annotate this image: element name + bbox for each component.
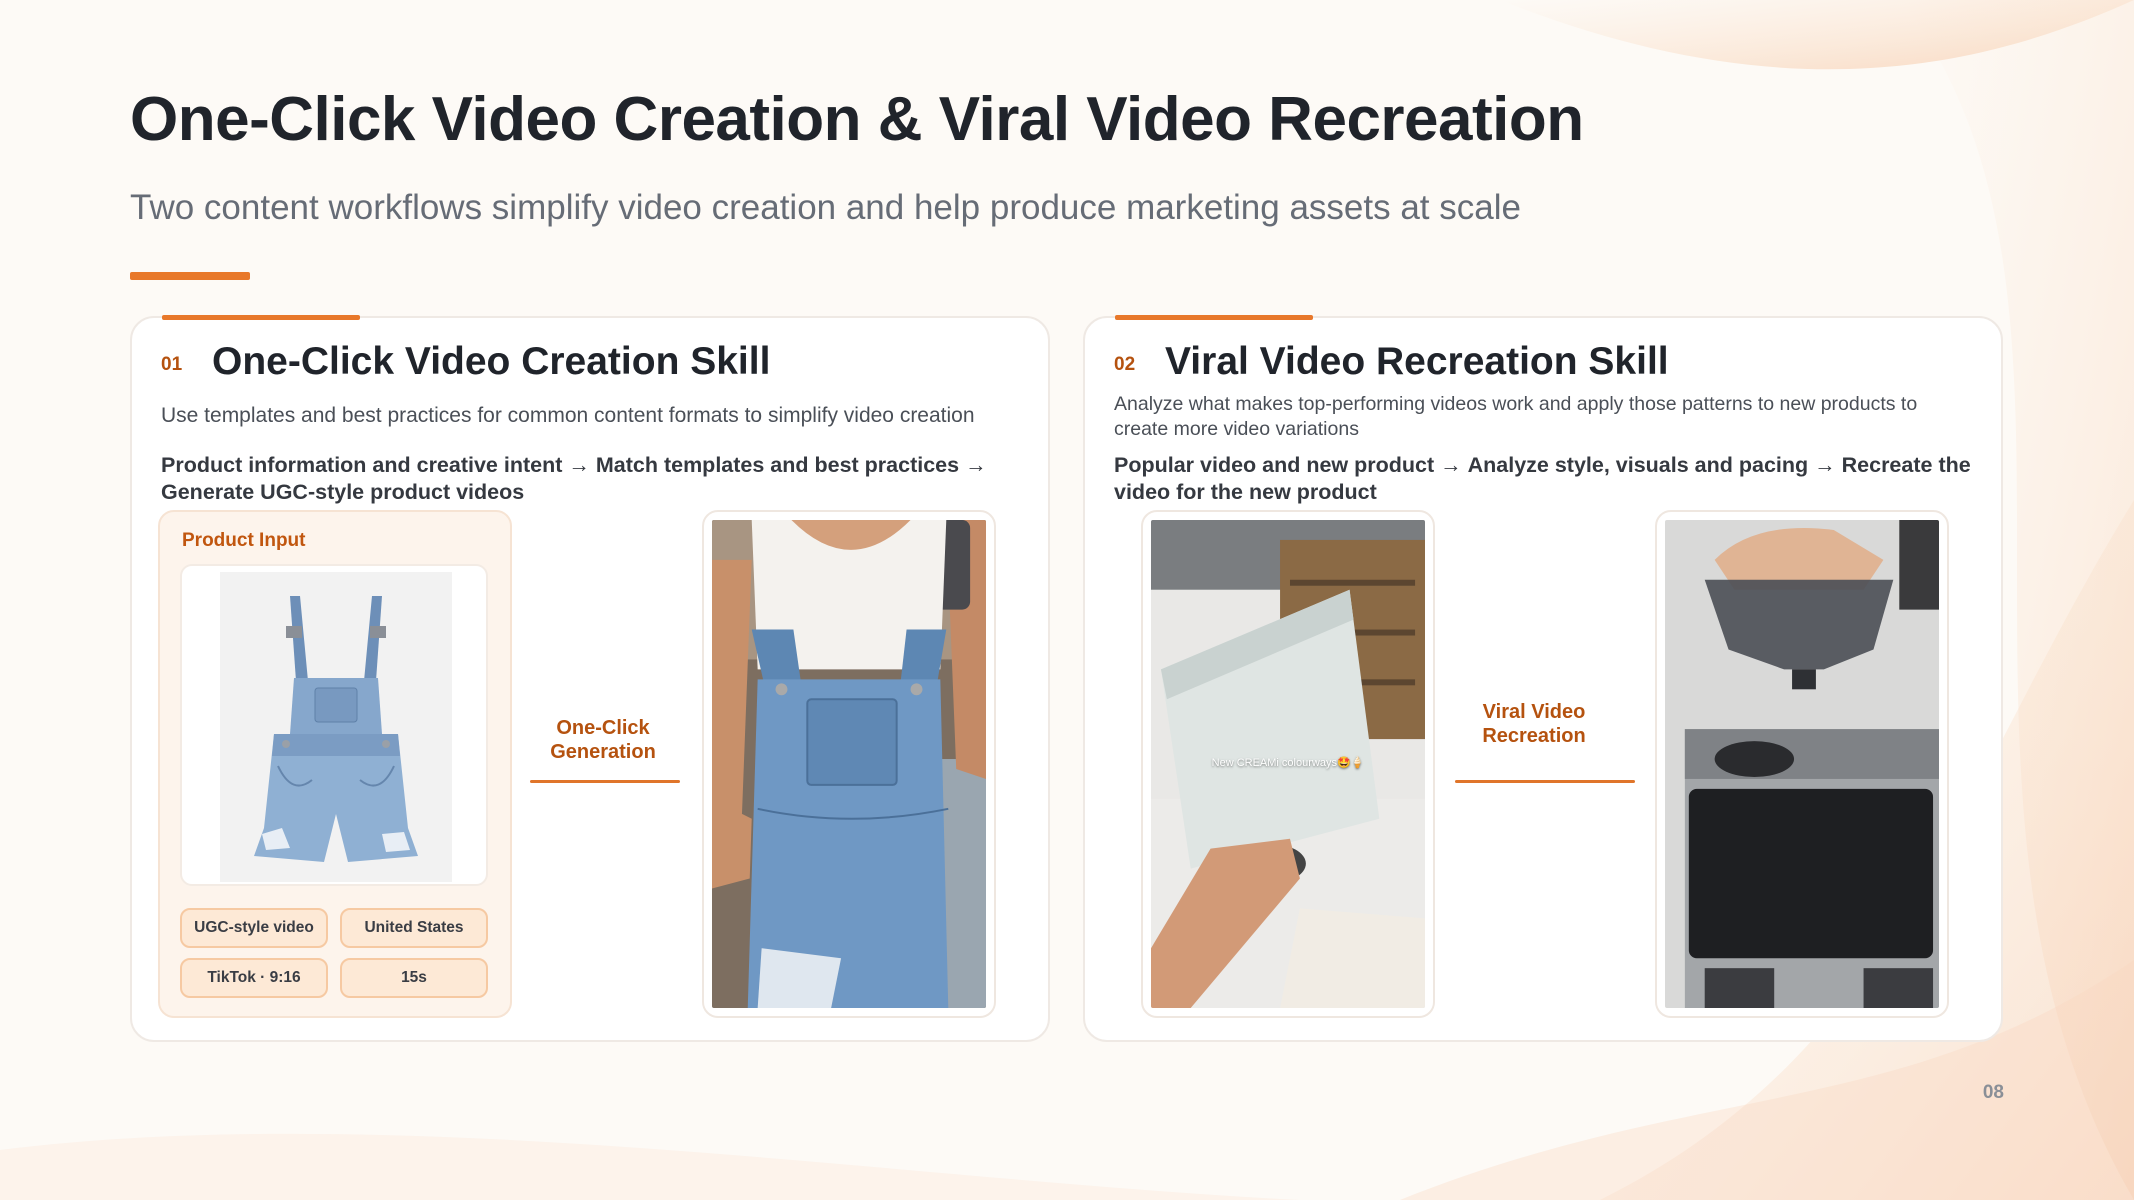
workflow-steps: Popular video and new product → Analyze …: [1114, 452, 1974, 506]
product-input-panel: Product Input UGC-style video United Sta…: [158, 510, 512, 1018]
flow-step: Match templates and best practices: [595, 453, 960, 477]
connector-line-2: Generation: [550, 741, 656, 763]
one-click-video-card: 01 One-Click Video Creation Skill Use te…: [130, 315, 1050, 1042]
flow-step: Analyze style, visuals and pacing: [1467, 453, 1809, 477]
card-description: Use templates and best practices for com…: [161, 404, 975, 427]
source-video: New CREAMi colourways🤩🍦: [1151, 520, 1425, 1008]
woman-in-overalls-image: [712, 520, 986, 1008]
chip-region[interactable]: United States: [340, 908, 488, 948]
product-input-label: Product Input: [182, 530, 306, 551]
flow-step: Product information and creative intent: [161, 453, 563, 477]
card-accent-rule: [1115, 315, 1313, 320]
slide-title: One-Click Video Creation & Viral Video R…: [130, 85, 1584, 154]
arrow-icon: →: [568, 453, 596, 477]
one-click-generation-label: One-Click Generation: [532, 716, 674, 764]
video-caption: New CREAMi colourways🤩🍦: [1211, 757, 1365, 769]
connector-line-2: Recreation: [1482, 725, 1586, 747]
title-accent-rule: [130, 272, 250, 280]
card-description: Analyze what makes top-performing videos…: [1114, 393, 1918, 441]
chip-platform[interactable]: TikTok · 9:16: [180, 958, 328, 998]
connector-line-1: Viral Video: [1482, 701, 1586, 723]
chip-video-style[interactable]: UGC-style video: [180, 908, 328, 948]
slide-subtitle: Two content workflows simplify video cre…: [130, 188, 1521, 227]
viral-video-recreation-label: Viral Video Recreation: [1463, 700, 1605, 748]
recreated-video-frame[interactable]: [1655, 510, 1949, 1018]
connector-arrow-line: [1455, 780, 1635, 783]
card-number: 01: [161, 354, 183, 375]
hand-lifting-grinder-image: [1665, 520, 1939, 1008]
card-heading: One-Click Video Creation Skill: [212, 340, 771, 383]
product-image[interactable]: [180, 564, 488, 886]
chip-duration[interactable]: 15s: [340, 958, 488, 998]
recreated-video: [1665, 520, 1939, 1008]
generated-video: [712, 520, 986, 1008]
flow-step: Generate UGC-style product videos: [161, 479, 525, 504]
viral-video-card: 02 Viral Video Recreation Skill Analyze …: [1083, 315, 2003, 1042]
workflow-steps: Product information and creative intent …: [161, 452, 1021, 506]
flow-step: Popular video and new product: [1114, 453, 1435, 477]
denim-overalls-image: [220, 572, 452, 882]
arrow-icon: →: [965, 453, 987, 477]
generated-video-frame[interactable]: [702, 510, 996, 1018]
arrow-icon: →: [1814, 453, 1842, 477]
card-heading: Viral Video Recreation Skill: [1165, 340, 1669, 383]
card-number: 02: [1114, 354, 1136, 375]
page-number: 08: [1982, 1082, 2004, 1103]
slide: One-Click Video Creation & Viral Video R…: [0, 0, 2134, 1200]
arrow-icon: →: [1440, 453, 1468, 477]
source-video-frame[interactable]: New CREAMi colourways🤩🍦: [1141, 510, 1435, 1018]
connector-line-1: One-Click: [556, 717, 650, 739]
connector-arrow-line: [530, 780, 680, 783]
card-accent-rule: [162, 315, 360, 320]
